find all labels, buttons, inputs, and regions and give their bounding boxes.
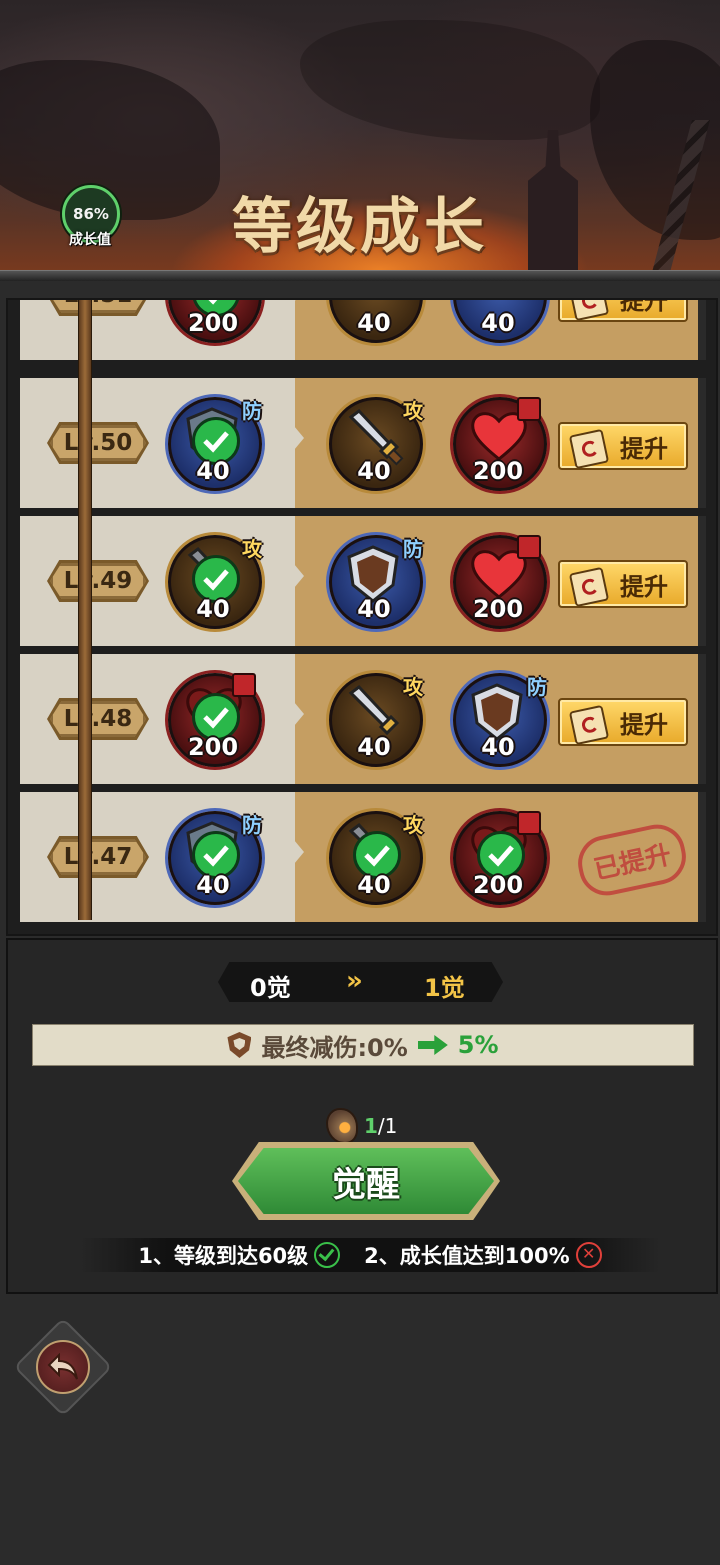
attack-reward-icon[interactable]: 攻 40 [327, 395, 423, 491]
defense-reward-icon[interactable]: 防 40 [166, 395, 262, 491]
arrow-right-icon [417, 1035, 448, 1055]
double-chevron-icon: » [346, 966, 363, 996]
cost-have: 1 [364, 1114, 378, 1138]
growth-value-badge[interactable]: 86% 成长值 [62, 185, 120, 248]
level-badge: Lv.49 [50, 563, 146, 599]
defense-reward-icon[interactable]: 40 [451, 300, 547, 343]
upgrade-button[interactable]: 提升 [558, 422, 688, 470]
upgrade-button[interactable]: 提升 [558, 300, 688, 322]
header-banner: 等级成长 86% 成长值 [0, 0, 720, 280]
upgrade-button[interactable]: 提升 [558, 698, 688, 746]
stat-preview: 最终减伤:0% 5% [32, 1024, 694, 1066]
level-badge: Lv.47 [50, 839, 146, 875]
awaken-from: 0觉 [250, 974, 291, 1002]
hp-tag-icon [517, 397, 541, 421]
attack-reward-icon[interactable]: 攻 40 [327, 809, 423, 905]
scroll-icon [568, 300, 610, 322]
level-row: Lv.49 攻 40 防 40 200 提升 [20, 516, 706, 646]
awaken-cost: 1/1 [326, 1108, 397, 1144]
level-badge: Lv.48 [50, 701, 146, 737]
level-row: Lv.47 防 40 攻 40 200 已提升 [20, 792, 706, 922]
shield-icon [227, 1032, 252, 1058]
defense-reward-icon[interactable]: 防 40 [451, 671, 547, 767]
growth-label: 成长值 [69, 232, 111, 248]
level-row: Lv.50 防 40 攻 40 200 提升 [20, 378, 706, 508]
attack-tag: 攻 [403, 399, 423, 423]
level-list[interactable]: Lv.51 200 40 40 提升 Lv.50 防 40 [6, 298, 718, 936]
level-badge: Lv.51 [50, 300, 146, 313]
scroll-icon [568, 704, 610, 746]
hp-reward-icon[interactable]: 200 [451, 809, 547, 905]
hp-reward-icon[interactable]: 200 [166, 671, 262, 767]
defense-tag: 防 [242, 399, 262, 423]
hp-reward-icon[interactable]: 200 [166, 300, 262, 343]
awaken-button-label: 觉醒 [332, 1164, 400, 1205]
attack-reward-icon[interactable]: 攻 40 [327, 671, 423, 767]
attack-tag: 攻 [403, 675, 423, 699]
hp-reward-icon[interactable]: 200 [451, 533, 547, 629]
stat-new-value: 5% [457, 1031, 499, 1059]
back-button[interactable] [13, 1317, 113, 1417]
stat-label: 最终减伤:0% [261, 1033, 408, 1062]
cross-circle-icon: ✕ [575, 1242, 602, 1268]
hp-tag-icon [517, 535, 541, 559]
upgrade-button[interactable]: 提升 [558, 560, 688, 608]
attack-reward-icon[interactable]: 40 [327, 300, 423, 343]
hp-tag-icon [517, 811, 541, 835]
defense-tag: 防 [242, 813, 262, 837]
level-badge: Lv.50 [50, 425, 146, 461]
attack-reward-icon[interactable]: 攻 40 [166, 533, 262, 629]
level-row: Lv.51 200 40 40 提升 [20, 300, 706, 360]
defense-reward-icon[interactable]: 防 40 [327, 533, 423, 629]
defense-tag: 防 [403, 537, 423, 561]
attack-tag: 攻 [242, 537, 262, 561]
header-divider [0, 270, 720, 281]
growth-percent: 86% [73, 205, 109, 223]
attack-tag: 攻 [403, 813, 423, 837]
timeline-pole [78, 300, 92, 920]
condition-level: 1、等级到达60级 [138, 1244, 309, 1268]
awaken-button[interactable]: 觉醒 [232, 1142, 500, 1220]
defense-tag: 防 [527, 675, 547, 699]
condition-growth: 2、成长值达到100% [364, 1244, 570, 1268]
defense-reward-icon[interactable]: 防 40 [166, 809, 262, 905]
cost-need: /1 [377, 1114, 398, 1138]
hp-tag-icon [232, 673, 256, 697]
hp-reward-icon[interactable]: 200 [451, 395, 547, 491]
awaken-stone-icon [326, 1108, 358, 1144]
level-row: Lv.48 200 攻 40 防 40 提升 [20, 654, 706, 784]
awaken-conditions: 1、等级到达60级 2、成长值达到100% ✕ [80, 1238, 660, 1272]
awaken-to: 1觉 [424, 974, 465, 1002]
scroll-icon [568, 566, 610, 608]
back-arrow-icon [47, 1353, 78, 1380]
check-circle-icon [314, 1242, 341, 1268]
scroll-icon [568, 428, 610, 470]
